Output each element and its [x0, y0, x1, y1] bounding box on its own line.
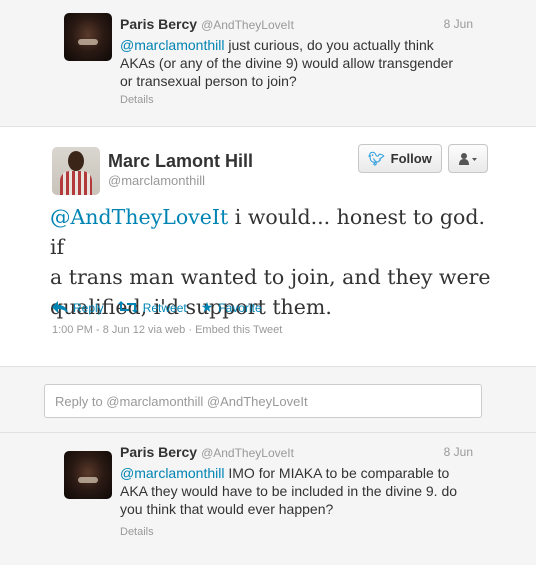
reply-arrow-icon — [52, 300, 68, 316]
tweet-meta: 1:00 PM - 8 Jun 12 via web · Embed this … — [52, 324, 283, 336]
reply-label: Reply — [73, 300, 104, 315]
tweet-date[interactable]: 8 Jun — [444, 17, 473, 31]
tweet-date[interactable]: 8 Jun — [444, 445, 473, 459]
details-link[interactable]: Details — [120, 526, 154, 538]
details-link[interactable]: Details — [120, 94, 154, 106]
avatar-head — [68, 151, 84, 171]
author-handle[interactable]: @AndTheyLoveIt — [201, 446, 294, 460]
retweet-icon — [117, 300, 138, 316]
user-dropdown-icon — [458, 152, 478, 166]
avatar[interactable] — [64, 451, 112, 499]
author-name[interactable]: Paris Bercy — [120, 16, 197, 32]
reply-area: Reply to @marclamonthill @AndTheyLoveIt — [0, 367, 536, 432]
favorite-action[interactable]: ★ Favorite — [201, 299, 262, 316]
author-name[interactable]: Marc Lamont Hill — [108, 151, 253, 172]
user-dropdown-button[interactable] — [448, 144, 488, 173]
author-handle[interactable]: @AndTheyLoveIt — [201, 18, 294, 32]
author-name[interactable]: Paris Bercy — [120, 444, 197, 460]
tweet-text-line: AKAs (or any of the divine 9) would allo… — [120, 55, 454, 71]
context-tweet-bottom[interactable]: Paris Bercy @AndTheyLoveIt 8 Jun @marclam… — [0, 432, 536, 565]
favorite-label: Favorite — [218, 300, 262, 315]
mention-link[interactable]: @marclamonthill — [120, 465, 224, 481]
tweet-text-line: IMO for MIAKA to be comparable to — [224, 465, 450, 481]
bird-icon: 🐦︎ — [368, 150, 385, 166]
tweet-text-line: AKA they would have to be included in th… — [120, 483, 458, 499]
mention-link[interactable]: @marclamonthill — [120, 37, 224, 53]
avatar[interactable] — [64, 13, 112, 61]
mention-link[interactable]: @AndTheyLoveIt — [50, 205, 228, 229]
tweet-text-line: a trans man wanted to join, and they wer… — [50, 265, 491, 289]
avatar-body — [60, 171, 92, 195]
context-tweet-top[interactable]: Paris Bercy @AndTheyLoveIt 8 Jun @marclam… — [0, 0, 536, 127]
retweet-action[interactable]: Retweet — [117, 300, 187, 316]
retweet-label: Retweet — [142, 300, 187, 315]
avatar[interactable] — [52, 147, 100, 195]
reply-action[interactable]: Reply — [52, 300, 104, 316]
author-handle[interactable]: @marclamonthill — [108, 173, 205, 188]
tweet-text-line: or transexual person to join? — [120, 73, 297, 89]
follow-button[interactable]: 🐦︎ Follow — [358, 144, 442, 173]
tweet-text: @marclamonthill IMO for MIAKA to be comp… — [120, 464, 480, 518]
tweet-text-line: you think that would ever happen? — [120, 501, 334, 517]
tweet-actions: Reply Retweet ★ Favorite — [52, 299, 276, 316]
follow-label: Follow — [390, 151, 432, 166]
tweet-text: @marclamonthill just curious, do you act… — [120, 36, 480, 90]
reply-input[interactable]: Reply to @marclamonthill @AndTheyLoveIt — [44, 384, 482, 418]
star-icon: ★ — [200, 299, 214, 315]
tweet-text-line: just curious, do you actually think — [224, 37, 434, 53]
